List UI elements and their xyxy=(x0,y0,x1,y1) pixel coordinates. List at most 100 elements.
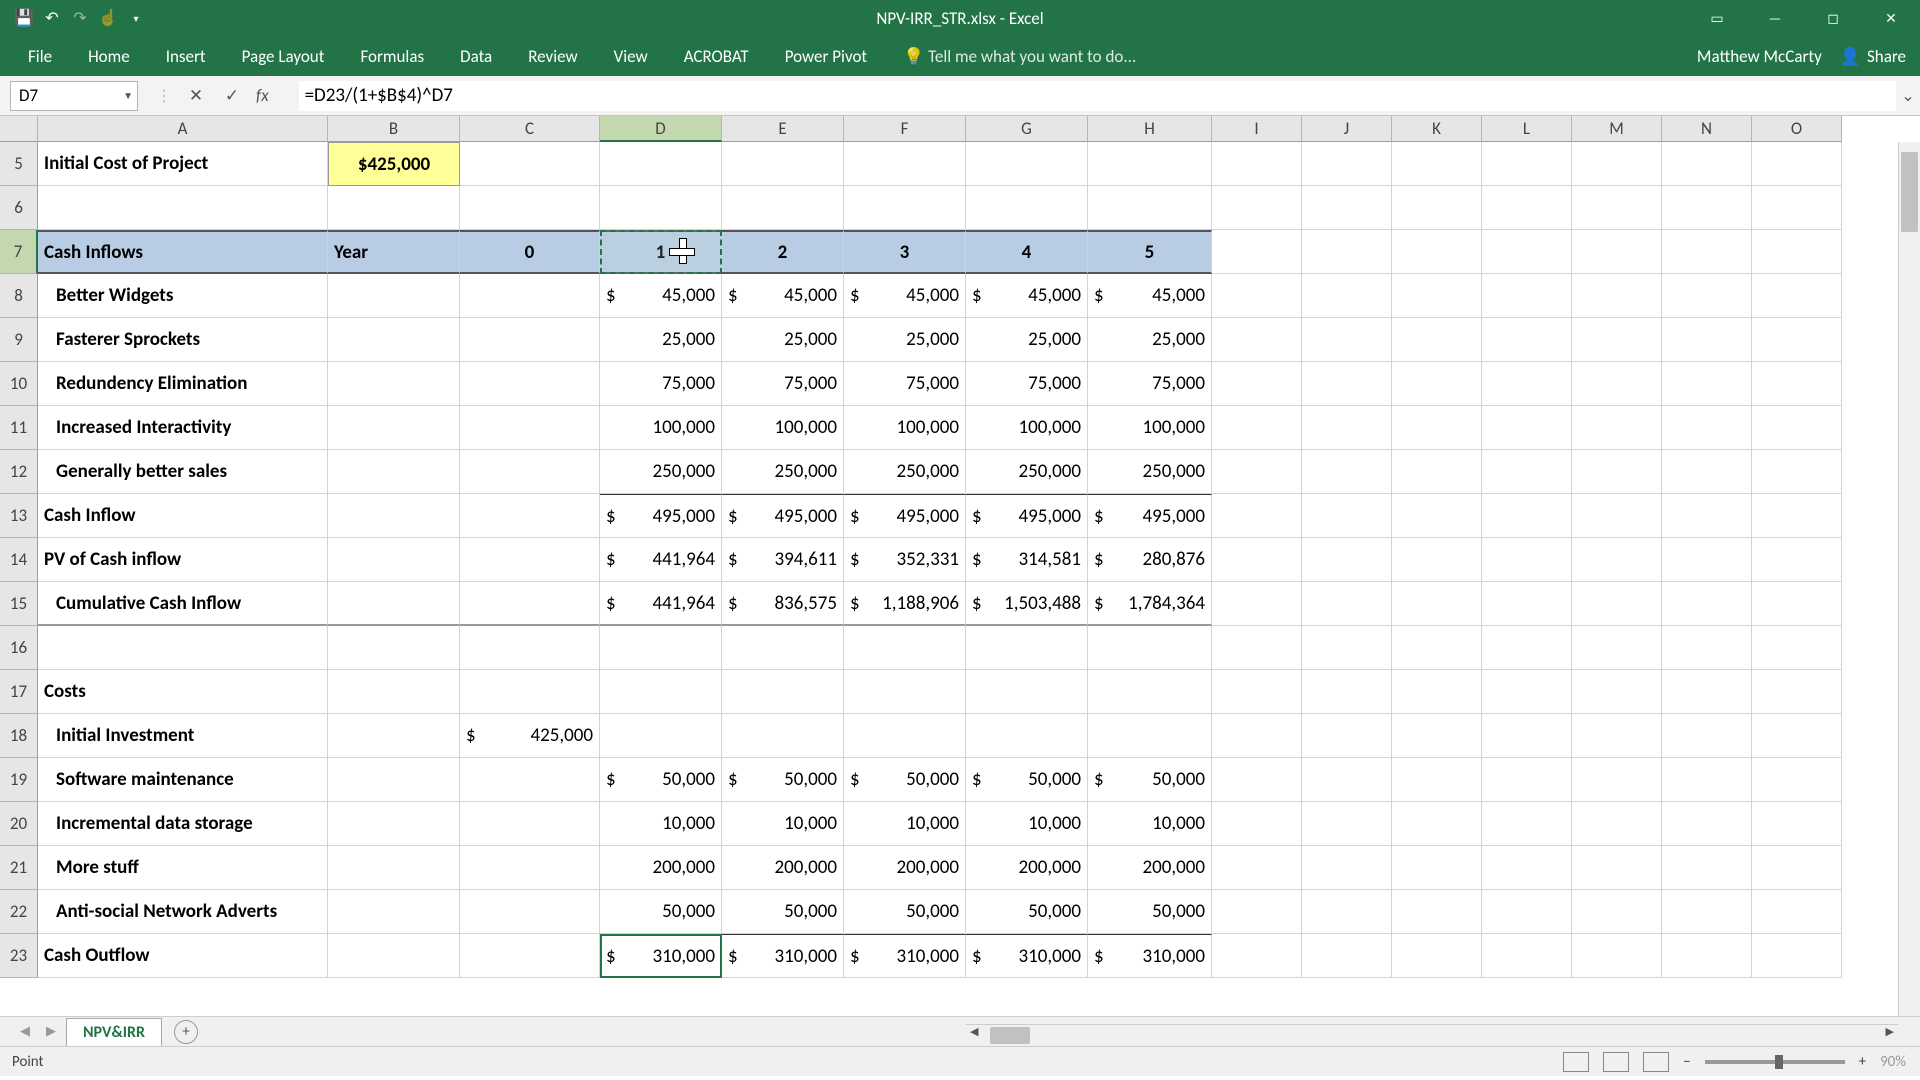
cell[interactable]: Software maintenance xyxy=(38,758,328,802)
row-header-21[interactable]: 21 xyxy=(0,846,38,890)
cell[interactable]: 50,000 xyxy=(722,890,844,934)
cell[interactable] xyxy=(1572,230,1662,274)
cell[interactable] xyxy=(1572,670,1662,714)
row-header-17[interactable]: 17 xyxy=(0,670,38,714)
cell[interactable] xyxy=(1662,890,1752,934)
cell[interactable]: 200,000 xyxy=(600,846,722,890)
cell[interactable] xyxy=(1212,230,1302,274)
cell[interactable]: 75,000 xyxy=(844,362,966,406)
cell[interactable] xyxy=(1392,274,1482,318)
cell[interactable] xyxy=(460,406,600,450)
cell[interactable]: 10,000 xyxy=(844,802,966,846)
cell[interactable] xyxy=(844,186,966,230)
cell[interactable]: 3 xyxy=(844,230,966,274)
cell[interactable] xyxy=(1482,802,1572,846)
row-header-12[interactable]: 12 xyxy=(0,450,38,494)
zoom-out-icon[interactable]: − xyxy=(1683,1053,1690,1071)
cell[interactable] xyxy=(1482,230,1572,274)
cell[interactable] xyxy=(1392,890,1482,934)
cell[interactable]: Fasterer Sprockets xyxy=(38,318,328,362)
cell[interactable] xyxy=(1752,758,1842,802)
cell[interactable]: $495,000 xyxy=(966,494,1088,538)
cell[interactable] xyxy=(1302,230,1392,274)
cell[interactable]: $495,000 xyxy=(600,494,722,538)
cell[interactable]: 50,000 xyxy=(844,890,966,934)
cell[interactable]: $310,000 xyxy=(722,934,844,978)
cell[interactable] xyxy=(1662,714,1752,758)
cell[interactable] xyxy=(460,934,600,978)
cell[interactable] xyxy=(1088,142,1212,186)
cell[interactable]: $314,581 xyxy=(966,538,1088,582)
cell[interactable]: Increased Interactivity xyxy=(38,406,328,450)
tell-me[interactable]: 💡 Tell me what you want to do... xyxy=(885,36,1154,77)
cell[interactable] xyxy=(1392,758,1482,802)
cell[interactable]: 75,000 xyxy=(600,362,722,406)
cell[interactable] xyxy=(1302,846,1392,890)
cell[interactable] xyxy=(1572,318,1662,362)
cell[interactable]: $1,503,488 xyxy=(966,582,1088,626)
cell[interactable] xyxy=(328,318,460,362)
cell[interactable] xyxy=(1752,274,1842,318)
expand-formula-bar-icon[interactable]: ⌄ xyxy=(1896,86,1920,106)
chevron-down-icon[interactable]: ▼ xyxy=(123,89,133,102)
tab-file[interactable]: File xyxy=(10,36,70,77)
cell[interactable] xyxy=(1752,714,1842,758)
cell[interactable] xyxy=(966,142,1088,186)
cell[interactable] xyxy=(1572,802,1662,846)
cell[interactable] xyxy=(722,626,844,670)
cell[interactable]: 200,000 xyxy=(844,846,966,890)
cell[interactable] xyxy=(966,714,1088,758)
cell[interactable] xyxy=(1482,494,1572,538)
cell[interactable] xyxy=(600,626,722,670)
cell[interactable] xyxy=(1752,582,1842,626)
col-header-G[interactable]: G xyxy=(966,116,1088,142)
cell[interactable] xyxy=(460,450,600,494)
cell[interactable]: Year xyxy=(328,230,460,274)
row-header-6[interactable]: 6 xyxy=(0,186,38,230)
cell[interactable] xyxy=(1212,274,1302,318)
cell[interactable] xyxy=(1302,362,1392,406)
cell[interactable]: Initial Cost of Project xyxy=(38,142,328,186)
spreadsheet-grid[interactable]: ABCDEFGHIJKLMNO 567891011121314151617181… xyxy=(0,116,1920,1016)
cell[interactable] xyxy=(328,626,460,670)
cell[interactable]: 250,000 xyxy=(1088,450,1212,494)
vertical-scrollbar[interactable] xyxy=(1898,142,1920,1016)
fx-icon[interactable]: fx xyxy=(256,85,269,106)
cell[interactable] xyxy=(1662,186,1752,230)
cell[interactable] xyxy=(1662,142,1752,186)
cell[interactable] xyxy=(1392,450,1482,494)
cell[interactable]: $441,964 xyxy=(600,582,722,626)
cell[interactable]: 250,000 xyxy=(966,450,1088,494)
cell[interactable]: Cash Outflow xyxy=(38,934,328,978)
cell[interactable] xyxy=(1302,494,1392,538)
cell[interactable]: 25,000 xyxy=(844,318,966,362)
cell[interactable] xyxy=(1662,670,1752,714)
cell[interactable] xyxy=(1482,582,1572,626)
cell[interactable]: 50,000 xyxy=(600,890,722,934)
col-header-K[interactable]: K xyxy=(1392,116,1482,142)
cell[interactable] xyxy=(328,494,460,538)
cell[interactable]: $495,000 xyxy=(1088,494,1212,538)
cell[interactable] xyxy=(1212,538,1302,582)
col-header-I[interactable]: I xyxy=(1212,116,1302,142)
cell[interactable] xyxy=(1302,714,1392,758)
cell[interactable] xyxy=(1212,758,1302,802)
cell[interactable]: $836,575 xyxy=(722,582,844,626)
undo-icon[interactable]: ↶ xyxy=(42,8,62,28)
row-header-7[interactable]: 7 xyxy=(0,230,38,274)
col-header-H[interactable]: H xyxy=(1088,116,1212,142)
row-header-11[interactable]: 11 xyxy=(0,406,38,450)
cell[interactable] xyxy=(1212,890,1302,934)
col-header-B[interactable]: B xyxy=(328,116,460,142)
cell[interactable]: $45,000 xyxy=(722,274,844,318)
cell[interactable] xyxy=(600,670,722,714)
cell[interactable] xyxy=(460,626,600,670)
cell[interactable]: $50,000 xyxy=(844,758,966,802)
col-header-N[interactable]: N xyxy=(1662,116,1752,142)
cell[interactable] xyxy=(328,714,460,758)
cell[interactable] xyxy=(38,186,328,230)
cell[interactable]: 0 xyxy=(460,230,600,274)
cell[interactable]: $1,188,906 xyxy=(844,582,966,626)
cell[interactable]: 1 xyxy=(600,230,722,274)
cell[interactable] xyxy=(1572,142,1662,186)
